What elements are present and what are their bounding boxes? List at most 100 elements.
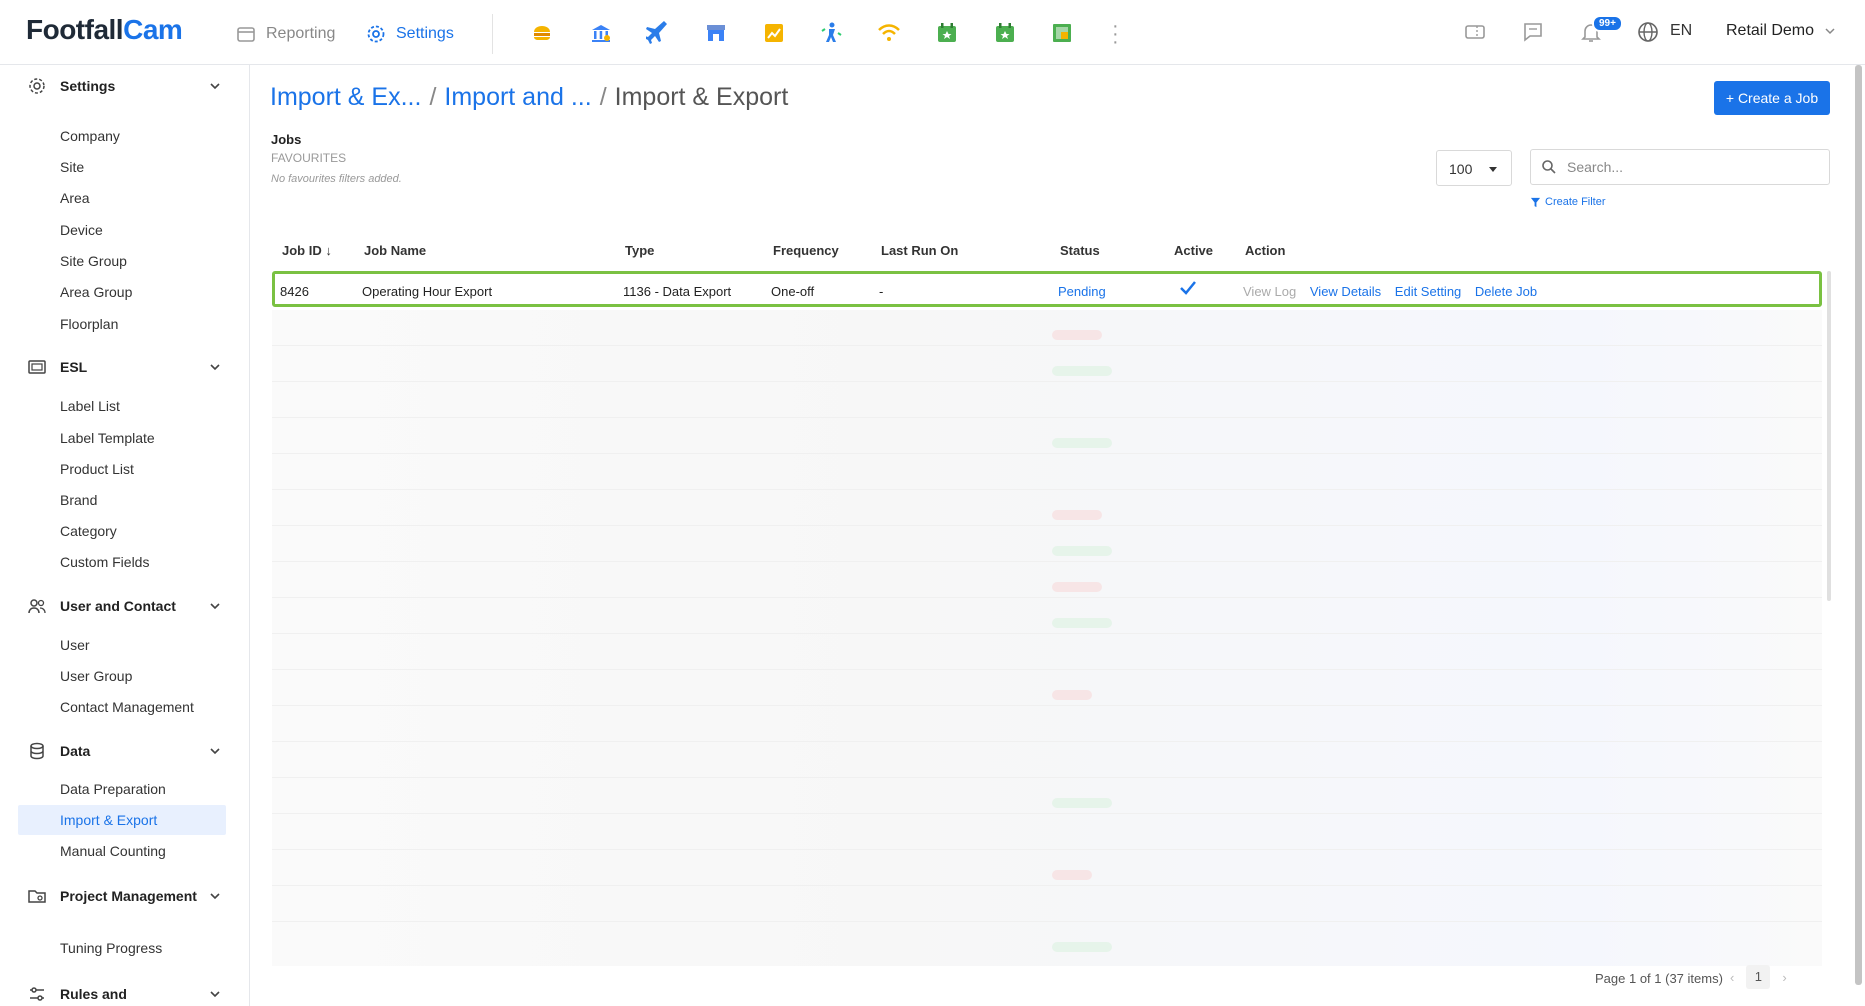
sidebar-section-esl[interactable]: ESL [26,356,221,378]
chevron-down-icon [210,991,220,998]
search-input[interactable] [1567,159,1817,175]
nav-settings[interactable]: Settings [366,22,454,46]
blurred-status [1052,582,1102,592]
store-app-icon[interactable] [703,20,729,46]
bank-app-icon[interactable] [588,20,614,46]
airplane-app-icon[interactable] [645,20,671,46]
calendar-icon [237,27,255,42]
view-log-link: View Log [1243,284,1297,299]
sidebar-item-custom-fields[interactable]: Custom Fields [60,554,149,570]
blurred-status [1052,798,1112,808]
chevron-down-icon [210,603,220,610]
cell-frequency: One-off [771,284,815,299]
sidebar-item-tuning-progress[interactable]: Tuning Progress [60,940,162,956]
edit-setting-link[interactable]: Edit Setting [1395,284,1462,299]
gear-icon [367,25,385,43]
column-header-frequency[interactable]: Frequency [773,243,839,258]
breadcrumb-link-2[interactable]: Import and ... [444,83,591,112]
sidebar-item-product-list[interactable]: Product List [60,461,134,477]
spreadsheet-app-icon[interactable] [1049,20,1075,46]
wifi-app-icon[interactable] [876,20,902,46]
people-counting-app-icon[interactable] [818,20,844,46]
sidebar-item-user-group[interactable]: User Group [60,668,132,684]
sidebar-item-import-export[interactable]: Import & Export [18,805,226,835]
page-size-select[interactable]: 100 [1436,150,1512,186]
create-job-button[interactable]: + Create a Job [1714,81,1830,115]
calendar-star-2-app-icon[interactable] [992,20,1018,46]
chevron-down-icon [210,893,220,900]
column-header-job-id[interactable]: Job ID ↓ [282,243,332,258]
sort-arrow-down-icon: ↓ [325,243,332,258]
column-header-job-name[interactable]: Job Name [364,243,426,258]
footfallcam-logo[interactable]: FootfallCam [26,14,183,46]
calendar-star-app-icon[interactable] [934,20,960,46]
sidebar-section-project-management[interactable]: Project Management [26,885,221,907]
sidebar-section-user-and-contact[interactable]: User and Contact [26,595,221,617]
jobs-title: Jobs [271,132,302,147]
chevron-down-icon [210,83,220,90]
sidebar-item-area[interactable]: Area [60,190,90,206]
sidebar-item-area-group[interactable]: Area Group [60,284,132,300]
burger-app-icon[interactable] [529,20,555,46]
table-row[interactable]: 8426 Operating Hour Export 1136 - Data E… [272,271,1822,307]
sidebar-section-data[interactable]: Data [26,740,221,762]
chart-app-icon[interactable] [761,20,787,46]
favourites-label: FAVOURITES [271,151,347,165]
sidebar-item-company[interactable]: Company [60,128,120,144]
search-box [1530,149,1830,185]
sidebar-section-rules[interactable]: Rules and [26,983,221,1005]
column-header-active[interactable]: Active [1174,243,1213,258]
sidebar-section-settings[interactable]: Settings [26,75,221,97]
sidebar-item-site-group[interactable]: Site Group [60,253,127,269]
chevron-down-icon [210,748,220,755]
view-details-link[interactable]: View Details [1310,284,1381,299]
caret-down-icon [1489,167,1497,172]
notification-badge: 99+ [1592,15,1623,32]
table-scrollbar[interactable] [1827,271,1831,601]
row-divider [272,381,1822,382]
breadcrumb-link-1[interactable]: Import & Ex... [270,83,421,112]
sidebar-item-label-list[interactable]: Label List [60,398,120,414]
blurred-status [1052,438,1112,448]
column-header-status[interactable]: Status [1060,243,1100,258]
blurred-status [1052,510,1102,520]
nav-reporting[interactable]: Reporting [236,22,335,46]
next-page-icon[interactable]: › [1782,970,1786,985]
sidebar-item-contact-management[interactable]: Contact Management [60,699,194,715]
prev-page-icon[interactable]: ‹ [1730,970,1734,985]
active-check-icon [1180,281,1196,298]
row-divider [272,453,1822,454]
delete-job-link[interactable]: Delete Job [1475,284,1537,299]
sidebar-item-device[interactable]: Device [60,222,103,238]
blurred-table-rows [272,310,1822,966]
column-header-last-run-on[interactable]: Last Run On [881,243,958,258]
row-divider [272,777,1822,778]
sidebar-item-brand[interactable]: Brand [60,492,97,508]
blurred-status [1052,690,1092,700]
blurred-status [1052,942,1112,952]
ticket-icon[interactable] [1463,20,1487,44]
row-divider [272,885,1822,886]
users-icon [26,595,48,617]
sidebar-item-user[interactable]: User [60,637,90,653]
sidebar-item-data-preparation[interactable]: Data Preparation [60,781,166,797]
chat-icon[interactable] [1521,20,1545,44]
page-number-button[interactable]: 1 [1746,965,1771,989]
row-divider [272,849,1822,850]
row-divider [272,525,1822,526]
create-filter-link[interactable]: Create Filter [1530,196,1606,208]
column-header-type[interactable]: Type [625,243,654,258]
sidebar-item-manual-counting[interactable]: Manual Counting [60,843,166,859]
row-divider [272,633,1822,634]
pagination-nav: ‹ 1 › [1730,965,1787,989]
language-selector[interactable]: EN [1670,22,1692,40]
chevron-down-icon [1825,28,1835,35]
sidebar-item-site[interactable]: Site [60,159,84,175]
sidebar-item-label-template[interactable]: Label Template [60,430,155,446]
more-apps-icon[interactable]: · · · [1112,16,1119,52]
sidebar-item-floorplan[interactable]: Floorplan [60,316,118,332]
account-menu[interactable]: Retail Demo [1726,22,1836,40]
sidebar-item-category[interactable]: Category [60,523,117,539]
globe-icon[interactable] [1636,20,1660,44]
page-scrollbar[interactable] [1855,65,1862,985]
